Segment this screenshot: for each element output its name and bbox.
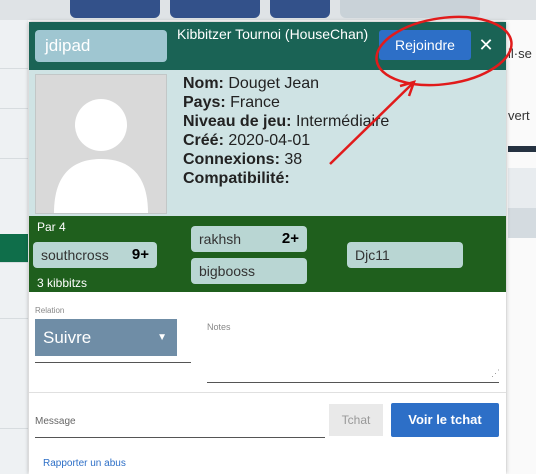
player-chip[interactable]: rakhsh 2+ <box>191 226 307 252</box>
cree-value: 2020-04-01 <box>228 132 311 149</box>
background-tab[interactable] <box>340 0 480 18</box>
panel-header: jdipad Kibbitzer Tournoi (HouseChan) Rej… <box>29 22 506 70</box>
background-nav-strip[interactable] <box>508 208 536 238</box>
player-badge: 9+ <box>131 246 149 263</box>
report-abuse-link[interactable]: Rapporter un abus <box>43 458 126 469</box>
player-chip[interactable]: bigbooss <box>191 258 307 284</box>
message-input[interactable] <box>35 437 325 438</box>
profile-info: Nom: Douget Jean Pays: France Niveau de … <box>183 74 389 188</box>
profile-compat: Compatibilité: <box>183 169 389 188</box>
nom-label: Nom: <box>183 75 224 92</box>
background-row[interactable] <box>0 130 28 159</box>
compat-label: Compatibilité: <box>183 170 290 187</box>
nom-value: Douget Jean <box>228 75 320 92</box>
player-chip[interactable]: Djc11 <box>347 242 463 268</box>
relation-value: Suivre <box>43 328 92 347</box>
section-divider <box>29 392 506 393</box>
background-top-bar <box>0 0 536 20</box>
player-name: bigbooss <box>199 263 256 279</box>
relation-label: Relation <box>35 306 65 315</box>
voir-tchat-button[interactable]: Voir le tchat <box>391 403 499 437</box>
close-icon[interactable]: ✕ <box>475 30 497 60</box>
notes-field[interactable] <box>207 382 499 383</box>
pays-value: France <box>230 94 280 111</box>
tournament-title: Kibbitzer Tournoi (HouseChan) <box>177 26 369 42</box>
background-left-column <box>0 20 28 474</box>
stats-section: Par 4 southcross 9+ 3 kibbitzs rakhsh 2+… <box>29 216 506 292</box>
kibbitzer-panel: jdipad Kibbitzer Tournoi (HouseChan) Rej… <box>29 22 506 474</box>
background-row-active[interactable] <box>0 234 28 263</box>
player-chip[interactable]: southcross 9+ <box>33 242 157 268</box>
profile-section: Nom: Douget Jean Pays: France Niveau de … <box>29 70 506 216</box>
profile-pays: Pays: France <box>183 93 389 112</box>
niveau-label: Niveau de jeu: <box>183 113 292 130</box>
background-right-column <box>508 20 536 474</box>
background-tab[interactable] <box>270 0 330 18</box>
tchat-button[interactable]: Tchat <box>329 404 383 436</box>
background-row[interactable] <box>0 80 28 109</box>
connexions-value: 38 <box>284 151 303 168</box>
background-row[interactable] <box>0 40 28 69</box>
background-row[interactable] <box>0 400 28 429</box>
background-row[interactable] <box>0 290 28 319</box>
profile-nom: Nom: Douget Jean <box>183 74 389 93</box>
avatar-placeholder-icon <box>35 74 167 214</box>
player-badge: 2+ <box>281 230 299 247</box>
notes-label: Notes <box>207 322 231 332</box>
profile-cree: Créé: 2020-04-01 <box>183 131 389 150</box>
relation-select[interactable]: Suivre ▼ <box>35 319 177 356</box>
profile-connexions: Connexions: 38 <box>183 150 389 169</box>
background-divider <box>508 146 536 152</box>
pays-label: Pays: <box>183 94 226 111</box>
message-label: Message <box>35 416 76 427</box>
join-button[interactable]: Rejoindre <box>379 30 471 60</box>
caret-down-icon: ▼ <box>157 332 167 343</box>
niveau-value: Intermédiaire <box>295 113 390 130</box>
profile-niveau: Niveau de jeu: Intermédiaire <box>183 112 389 131</box>
form-area: Relation Suivre ▼ Notes ⋰ Message Tchat … <box>29 292 506 474</box>
resize-grip-icon[interactable]: ⋰ <box>491 368 500 379</box>
background-nav-strip[interactable] <box>508 168 536 208</box>
background-tab[interactable] <box>70 0 160 18</box>
kibbitzs-count: 3 kibbitzs <box>37 276 88 290</box>
username-badge: jdipad <box>35 30 167 62</box>
background-text: vert <box>508 108 530 123</box>
connexions-label: Connexions: <box>183 151 280 168</box>
player-name: southcross <box>41 247 109 263</box>
background-tab[interactable] <box>170 0 260 18</box>
par-label: Par 4 <box>37 220 66 234</box>
player-name: Djc11 <box>355 247 390 263</box>
select-underline <box>35 362 191 363</box>
player-name: rakhsh <box>199 231 242 247</box>
cree-label: Créé: <box>183 132 224 149</box>
background-text: il·se <box>508 46 532 61</box>
